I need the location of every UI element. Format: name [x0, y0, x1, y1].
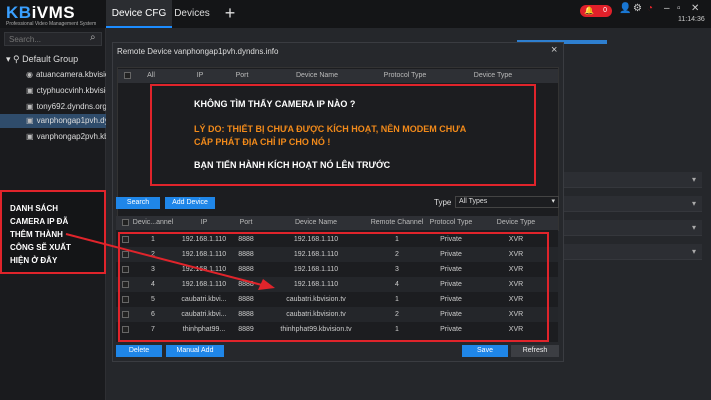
app-window: KBiVMS Professional Video Management Sys…: [0, 0, 711, 400]
annotation-arrow: [65, 233, 275, 290]
